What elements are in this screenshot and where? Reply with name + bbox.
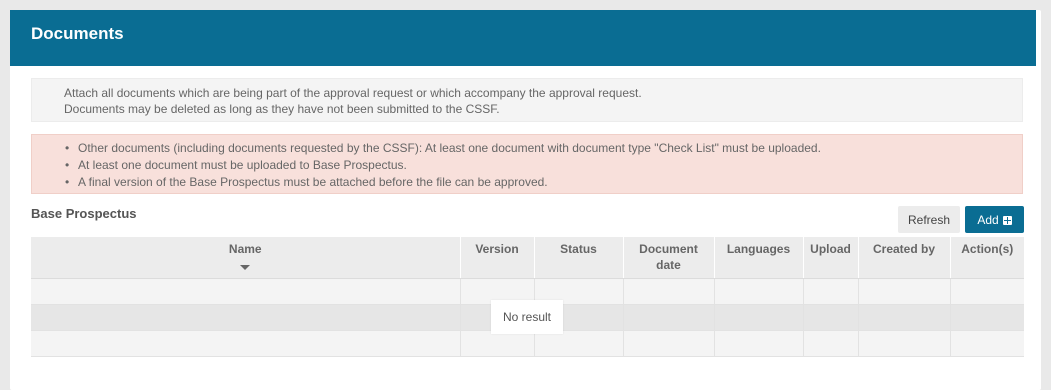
documents-table: Name Version Status Document date Langua… bbox=[31, 237, 1024, 357]
table-header-row: Name Version Status Document date Langua… bbox=[31, 237, 1024, 279]
panel-title: Documents bbox=[31, 24, 124, 43]
add-button[interactable]: Add bbox=[965, 206, 1024, 233]
warning-item: Other documents (including documents req… bbox=[65, 141, 821, 155]
warning-item: A final version of the Base Prospectus m… bbox=[65, 175, 548, 189]
warning-item: At least one document must be uploaded t… bbox=[65, 158, 407, 172]
column-header-created-by[interactable]: Created by bbox=[858, 237, 951, 279]
column-header-document-date[interactable]: Document date bbox=[623, 237, 715, 279]
sort-down-icon[interactable] bbox=[240, 265, 251, 270]
panel-header: Documents bbox=[10, 10, 1036, 66]
empty-state-message: No result bbox=[491, 300, 563, 334]
plus-square-icon bbox=[1002, 215, 1012, 225]
info-message: Attach all documents which are being par… bbox=[31, 78, 1023, 122]
column-header-languages[interactable]: Languages bbox=[714, 237, 804, 279]
column-header-upload[interactable]: Upload bbox=[803, 237, 859, 279]
refresh-button[interactable]: Refresh bbox=[898, 206, 960, 233]
info-line-2: Documents may be deleted as long as they… bbox=[64, 102, 500, 116]
add-button-label: Add bbox=[977, 212, 999, 227]
warning-message: Other documents (including documents req… bbox=[31, 134, 1023, 194]
column-header-actions: Action(s) bbox=[950, 237, 1024, 279]
column-header-version[interactable]: Version bbox=[460, 237, 535, 279]
info-line-1: Attach all documents which are being par… bbox=[64, 86, 642, 100]
section-title: Base Prospectus bbox=[31, 206, 137, 221]
column-header-name[interactable]: Name bbox=[31, 237, 461, 279]
column-header-status[interactable]: Status bbox=[534, 237, 624, 279]
column-header-label: Name bbox=[228, 242, 262, 256]
